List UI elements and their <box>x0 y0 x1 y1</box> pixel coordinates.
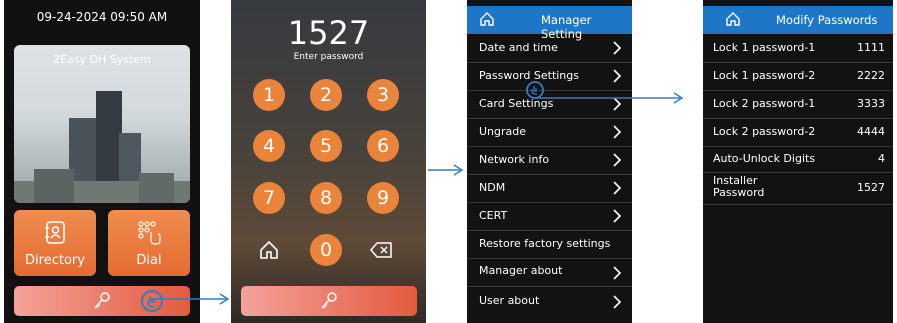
menu-item-label: CERT <box>479 209 508 222</box>
chevron-right-icon <box>613 209 622 223</box>
chevron-right-icon <box>613 266 622 280</box>
chevron-right-icon <box>613 181 622 195</box>
key-icon <box>321 292 337 309</box>
dial-button[interactable]: Dial <box>108 210 190 276</box>
home-icon[interactable] <box>725 11 741 27</box>
key-5[interactable]: 5 <box>310 130 342 162</box>
menu-item-label: NDM <box>479 181 506 194</box>
password-label: Lock 2 password-1 <box>713 97 816 110</box>
password-value: 1527 <box>857 181 885 194</box>
manager-setting-screen: Manager Setting Date and time Password S… <box>467 0 632 323</box>
password-value: 3333 <box>857 97 885 110</box>
password-row[interactable]: Lock 1 password-1 1111 <box>703 34 893 63</box>
password-label: Auto-Unlock Digits <box>713 152 816 165</box>
password-label: Lock 1 password-2 <box>713 69 816 82</box>
home-icon[interactable] <box>479 11 495 27</box>
password-value: 4444 <box>857 125 885 138</box>
datetime: 09-24-2024 09:50 AM <box>36 10 168 24</box>
directory-button[interactable]: Directory <box>14 210 96 276</box>
key-9[interactable]: 9 <box>367 182 399 214</box>
menu-item-ungrade[interactable]: Ungrade <box>467 118 632 147</box>
password-display: 1527 <box>287 14 370 52</box>
chevron-right-icon <box>613 295 622 309</box>
menu-item-label: Ungrade <box>479 125 527 138</box>
key-0[interactable]: 0 <box>310 234 342 266</box>
dial-label: Dial <box>136 253 162 268</box>
system-name: 2Easy DH System <box>53 53 151 66</box>
password-label: Installer Password <box>713 174 765 199</box>
flow-arrow-3 <box>536 92 684 104</box>
password-row[interactable]: Lock 2 password-2 4444 <box>703 118 893 147</box>
key-3[interactable]: 3 <box>367 79 399 111</box>
dialpad-icon <box>138 221 161 245</box>
key-1[interactable]: 1 <box>253 79 285 111</box>
flow-arrow-2 <box>428 164 464 176</box>
menu-item-label: User about <box>479 294 540 307</box>
password-value: 4 <box>878 152 885 165</box>
menu-item-password-settings[interactable]: Password Settings <box>467 62 632 91</box>
keypad-screen: 1527 Enter password 1 2 3 4 5 6 7 8 9 0 <box>231 0 426 323</box>
password-label: Lock 2 password-2 <box>713 125 816 138</box>
menu-item-manager-about[interactable]: Manager about <box>467 258 632 287</box>
key-icon <box>94 292 110 309</box>
password-row[interactable]: Installer Password 1527 <box>703 172 893 205</box>
passwords-title: Modify Passwords <box>776 13 878 27</box>
home-icon[interactable] <box>258 239 280 261</box>
password-label: Lock 1 password-1 <box>713 41 816 54</box>
system-card: 2Easy DH System <box>14 45 190 203</box>
menu-item-ndm[interactable]: NDM <box>467 174 632 203</box>
menu-item-label: Date and time <box>479 41 558 54</box>
contact-book-icon <box>45 221 65 244</box>
menu-item-label: Manager about <box>479 264 563 277</box>
key-4[interactable]: 4 <box>253 130 285 162</box>
menu-item-date-time[interactable]: Date and time <box>467 34 632 63</box>
password-value: 2222 <box>857 69 885 82</box>
manager-header: Manager Setting <box>467 6 632 41</box>
modify-passwords-screen: Modify Passwords Lock 1 password-1 1111 … <box>703 0 893 323</box>
password-row[interactable]: Auto-Unlock Digits 4 <box>703 146 893 173</box>
menu-item-cert[interactable]: CERT <box>467 202 632 231</box>
enter-password-hint: Enter password <box>293 52 364 62</box>
chevron-right-icon <box>613 153 622 167</box>
directory-label: Directory <box>25 253 85 268</box>
flow-arrow-1 <box>150 293 230 305</box>
menu-item-label: Network info <box>479 153 550 166</box>
home-screen: 09-24-2024 09:50 AM 2Easy DH System Dire… <box>4 0 200 323</box>
menu-item-restore-factory[interactable]: Restore factory settings <box>467 230 632 259</box>
password-row[interactable]: Lock 2 password-1 3333 <box>703 90 893 119</box>
menu-item-network-info[interactable]: Network info <box>467 146 632 175</box>
chevron-right-icon <box>613 69 622 83</box>
password-value: 1111 <box>857 41 885 54</box>
backspace-icon[interactable] <box>370 241 394 259</box>
chevron-right-icon <box>613 125 622 139</box>
key-7[interactable]: 7 <box>253 182 285 214</box>
password-row[interactable]: Lock 1 password-2 2222 <box>703 62 893 91</box>
key-6[interactable]: 6 <box>367 130 399 162</box>
menu-item-label: Restore factory settings <box>479 237 611 250</box>
key-8[interactable]: 8 <box>310 182 342 214</box>
unlock-bar[interactable] <box>241 286 417 316</box>
menu-item-user-about[interactable]: User about <box>467 286 632 316</box>
chevron-right-icon <box>613 41 622 55</box>
passwords-header: Modify Passwords <box>703 6 893 34</box>
key-2[interactable]: 2 <box>310 79 342 111</box>
